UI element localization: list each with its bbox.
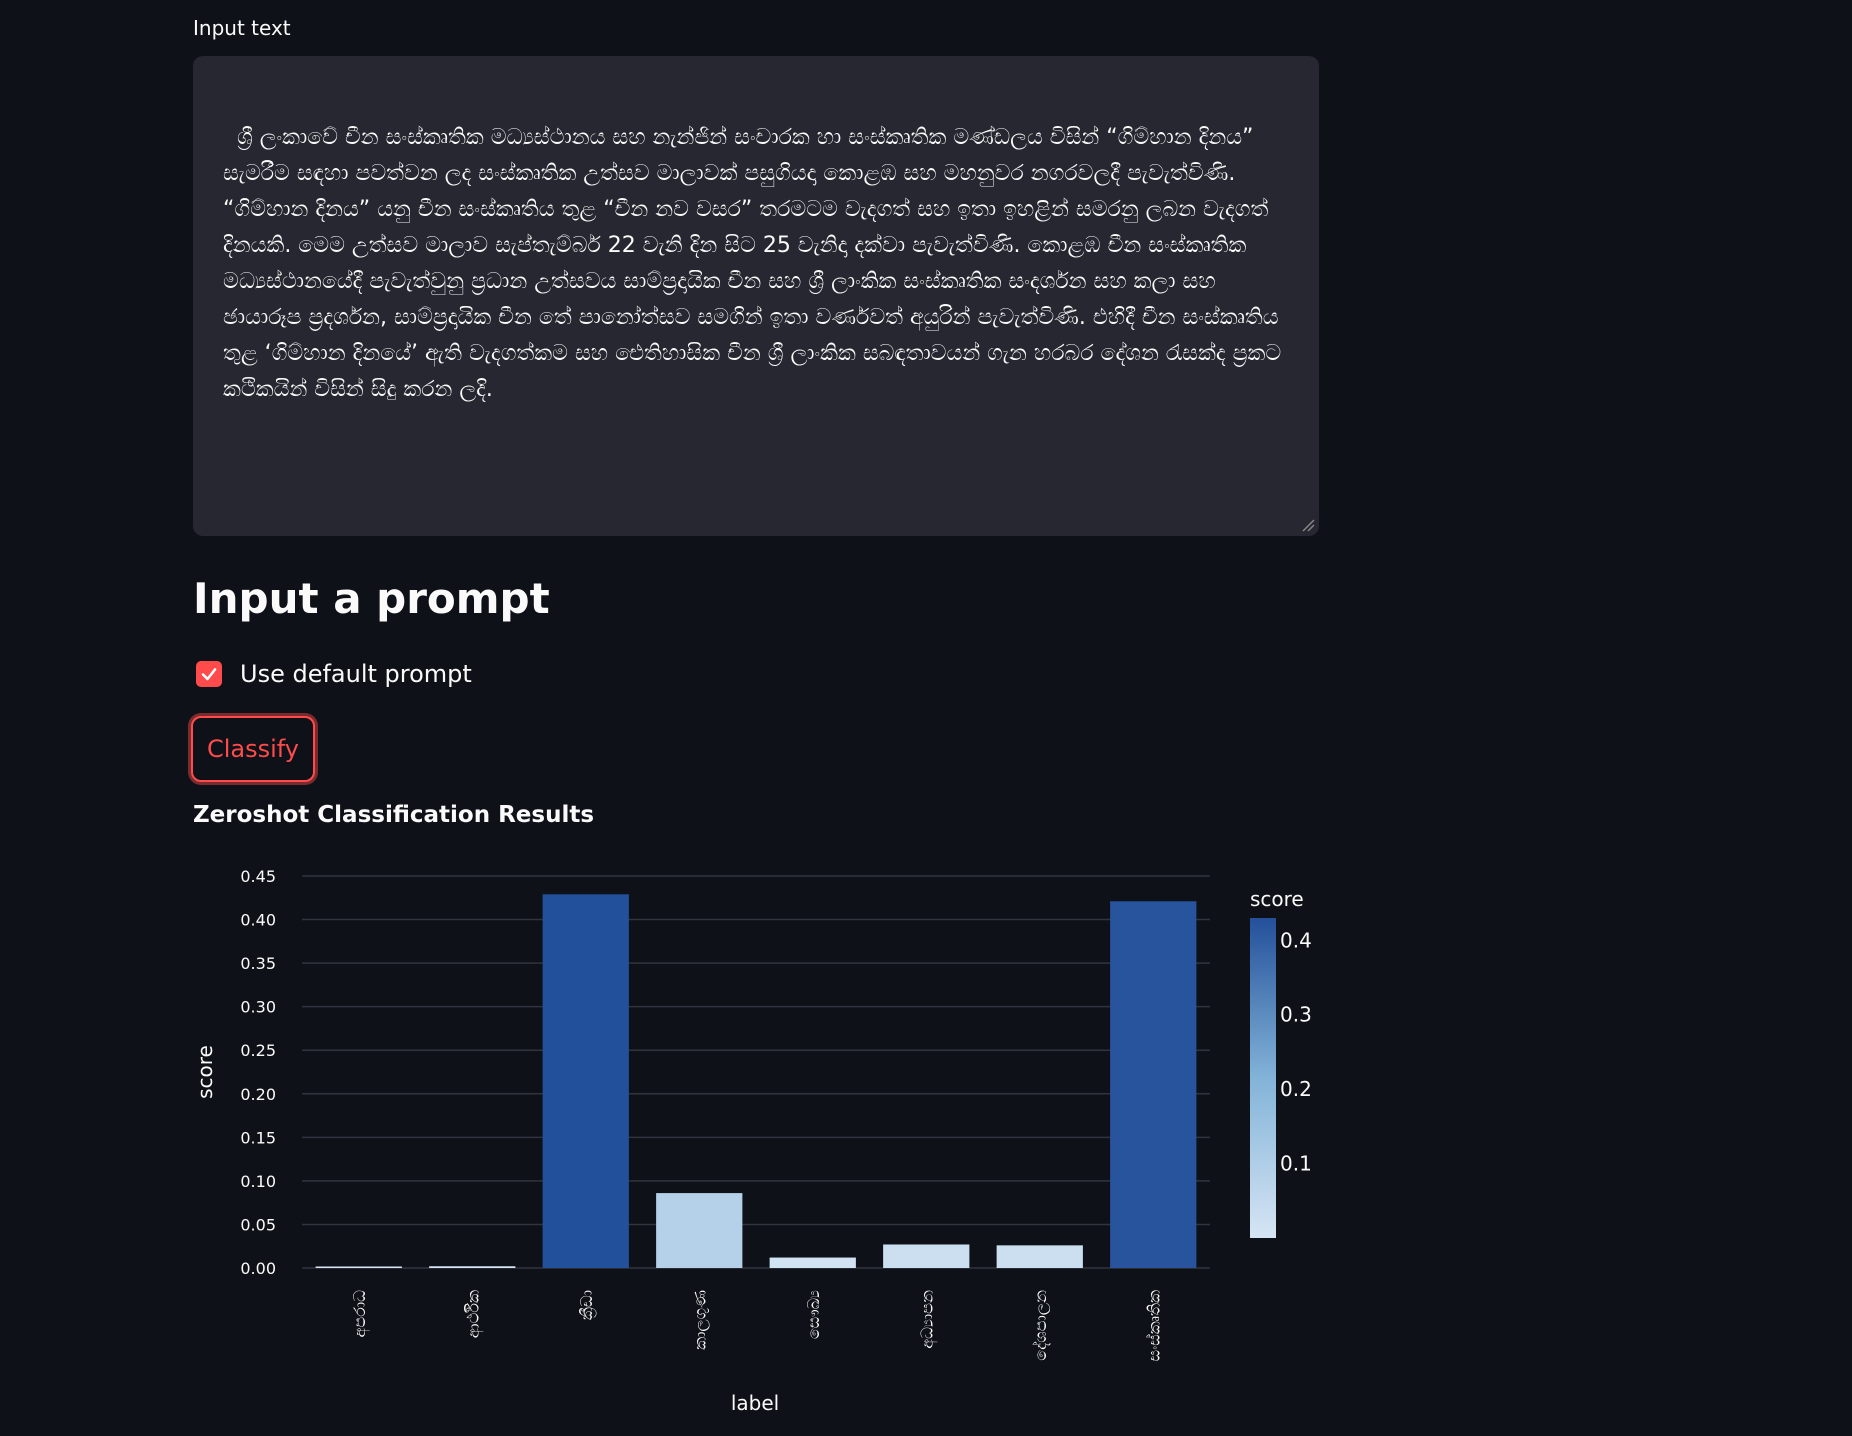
- x-tick-label: අපරාධ: [350, 1290, 370, 1338]
- bar[interactable]: [769, 1257, 856, 1268]
- y-tick-label: 0.35: [240, 954, 276, 973]
- y-tick-label: 0.00: [240, 1259, 276, 1278]
- default-prompt-checkbox[interactable]: [196, 661, 222, 687]
- input-textarea-value: ශ්‍රී ලංකාවේ චීන සංස්කෘතික මධ්‍යස්ථානය ස…: [223, 125, 1289, 402]
- bar[interactable]: [1110, 901, 1197, 1268]
- y-tick-label: 0.15: [240, 1128, 276, 1147]
- colorbar-tick-label: 0.4: [1280, 928, 1312, 952]
- y-tick-label: 0.30: [240, 998, 276, 1017]
- colorbar-tick-label: 0.2: [1280, 1077, 1312, 1101]
- colorbar-title: score: [1250, 887, 1304, 911]
- x-axis-title: label: [731, 1391, 779, 1415]
- x-tick-label: දේශපාලන: [1031, 1290, 1051, 1361]
- default-prompt-checkbox-row[interactable]: Use default prompt: [196, 660, 472, 688]
- colorbar-tick-label: 0.3: [1280, 1003, 1312, 1027]
- x-tick-label: ආර්ථික: [463, 1290, 483, 1338]
- checkmark-icon: [201, 668, 217, 681]
- y-tick-label: 0.05: [240, 1215, 276, 1234]
- y-tick-label: 0.10: [240, 1172, 276, 1191]
- x-tick-label: ක්‍රීඩා: [577, 1290, 597, 1320]
- bar[interactable]: [429, 1266, 516, 1268]
- results-title: Zeroshot Classification Results: [193, 802, 595, 828]
- resize-handle-icon[interactable]: [1301, 518, 1315, 532]
- prompt-heading: Input a prompt: [193, 574, 550, 623]
- bar[interactable]: [996, 1245, 1083, 1268]
- y-axis-title: score: [193, 1045, 217, 1099]
- colorbar-tick-label: 0.1: [1280, 1152, 1312, 1176]
- bar[interactable]: [542, 894, 629, 1268]
- x-tick-label: අධ්‍යාපන: [917, 1290, 937, 1349]
- x-tick-label: කාලගුණ: [690, 1290, 710, 1350]
- bar[interactable]: [656, 1193, 743, 1268]
- input-text-label: Input text: [193, 16, 291, 40]
- x-tick-label: සෞඛ්‍ය: [804, 1290, 823, 1339]
- input-textarea[interactable]: ශ්‍රී ලංකාවේ චීන සංස්කෘතික මධ්‍යස්ථානය ස…: [193, 56, 1319, 536]
- y-tick-label: 0.20: [240, 1085, 276, 1104]
- y-tick-label: 0.45: [240, 867, 276, 886]
- default-prompt-label: Use default prompt: [240, 660, 472, 688]
- classify-button[interactable]: Classify: [191, 716, 315, 782]
- x-tick-label: සංස්කෘතික: [1144, 1290, 1163, 1361]
- y-tick-label: 0.25: [240, 1041, 276, 1060]
- colorbar: [1250, 918, 1276, 1238]
- bar[interactable]: [883, 1244, 970, 1268]
- bar[interactable]: [315, 1266, 402, 1269]
- y-tick-label: 0.40: [240, 911, 276, 930]
